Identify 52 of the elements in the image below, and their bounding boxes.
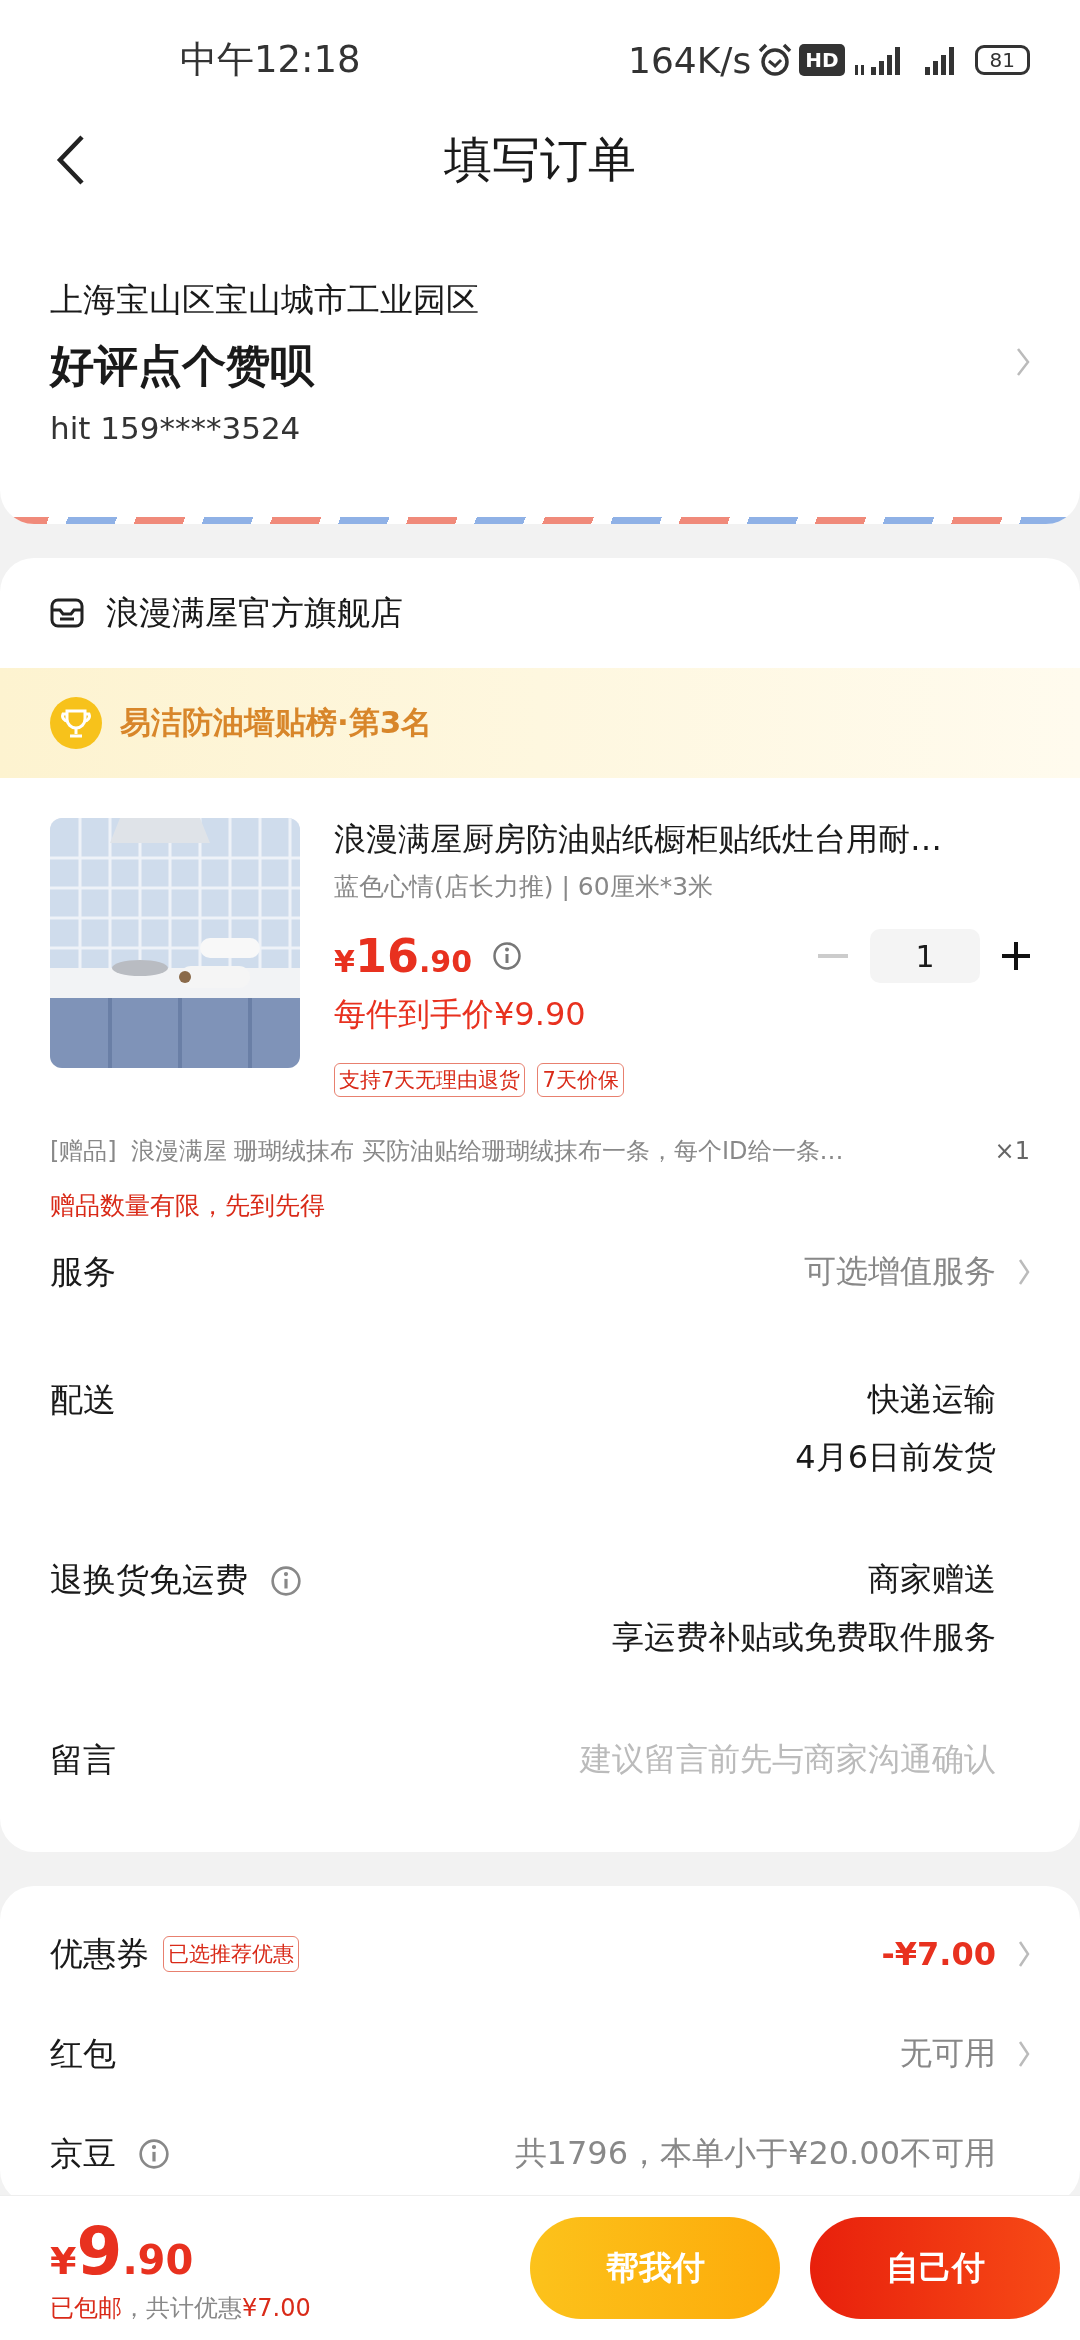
address-text: 上海宝山区宝山城市工业园区 [50,279,480,321]
store-icon [50,598,84,628]
savings-label: ，共计优惠 [122,2293,242,2322]
pay-button[interactable]: 自己付 [810,2217,1060,2319]
product-price: ¥16.90 [334,929,473,983]
row-value: 快递运输 [868,1379,996,1420]
info-icon[interactable] [138,2138,170,2170]
quantity-field[interactable]: 1 [870,929,980,983]
row-value: 4月6日前发货 [795,1437,996,1478]
service-tag: 支持7天无理由退货 [334,1063,526,1097]
product-variant: 蓝色心情(店长力推) | 60厘米*3米 [334,871,715,903]
row-label: 配送 [50,1379,116,1421]
row-value: 无可用 [900,2033,996,2074]
gift-notice: 赠品数量有限，先到先得 [49,1190,326,1222]
recipient-name: 好评点个赞呗 [50,339,316,393]
row-value: 享运费补贴或免费取件服务 [612,1617,996,1658]
trophy-icon [50,697,102,749]
row-label: 京豆 [50,2132,116,2175]
chevron-icon [1016,347,1030,377]
shipping-note: 已包邮 [50,2293,122,2322]
row-label: 退换货免运费 [50,1559,248,1601]
alarm-icon [757,43,794,77]
status-time: 中午12:18 [180,37,361,83]
recommended-badge: 已选推荐优惠 [163,1936,299,1972]
row-label: 优惠券 [50,1932,149,1975]
gift-description: 浪漫满屋 珊瑚绒抹布 买防油贴给珊瑚绒抹布一条，每个ID给一条… [130,1136,845,1167]
row-value: 商家赠送 [868,1559,996,1600]
row-label: 服务 [50,1251,116,1293]
page-title: 填写订单 [444,130,636,189]
row-value: 共1796，本单小于¥20.00不可用 [514,2133,996,2174]
hd-badge: HD [799,44,845,76]
product-title[interactable]: 浪漫满屋厨房防油贴纸橱柜贴纸灶台用耐… [334,818,1030,862]
row-value: 建议留言前先与商家沟通确认 [580,1739,996,1780]
plus-icon[interactable] [1002,942,1030,970]
row-value: 可选增值服务 [804,1251,996,1292]
info-icon[interactable] [492,941,523,971]
back-icon[interactable] [56,134,86,186]
battery-indicator: 81 [974,45,1030,75]
ranking-text: 易洁防油墙贴榜·第3名 [120,703,433,742]
unit-price: 每件到手价¥9.90 [334,994,587,1035]
savings-amount: ¥7.00 [242,2293,311,2322]
service-tag: 7天价保 [537,1063,624,1097]
row-label: 留言 [50,1739,116,1781]
total-price: ¥9.90 [50,2212,194,2292]
gift-label: [赠品] [50,1136,117,1167]
recipient-phone: hit 159****3524 [50,410,302,446]
row-value: -¥7.00 [881,1935,996,1973]
gift-count: ×1 [994,1137,1030,1165]
network-speed: 164K/s [628,39,752,81]
store-name[interactable]: 浪漫满屋官方旗舰店 [106,590,403,636]
row-label: 红包 [50,2032,116,2075]
info-icon[interactable] [270,1564,302,1597]
